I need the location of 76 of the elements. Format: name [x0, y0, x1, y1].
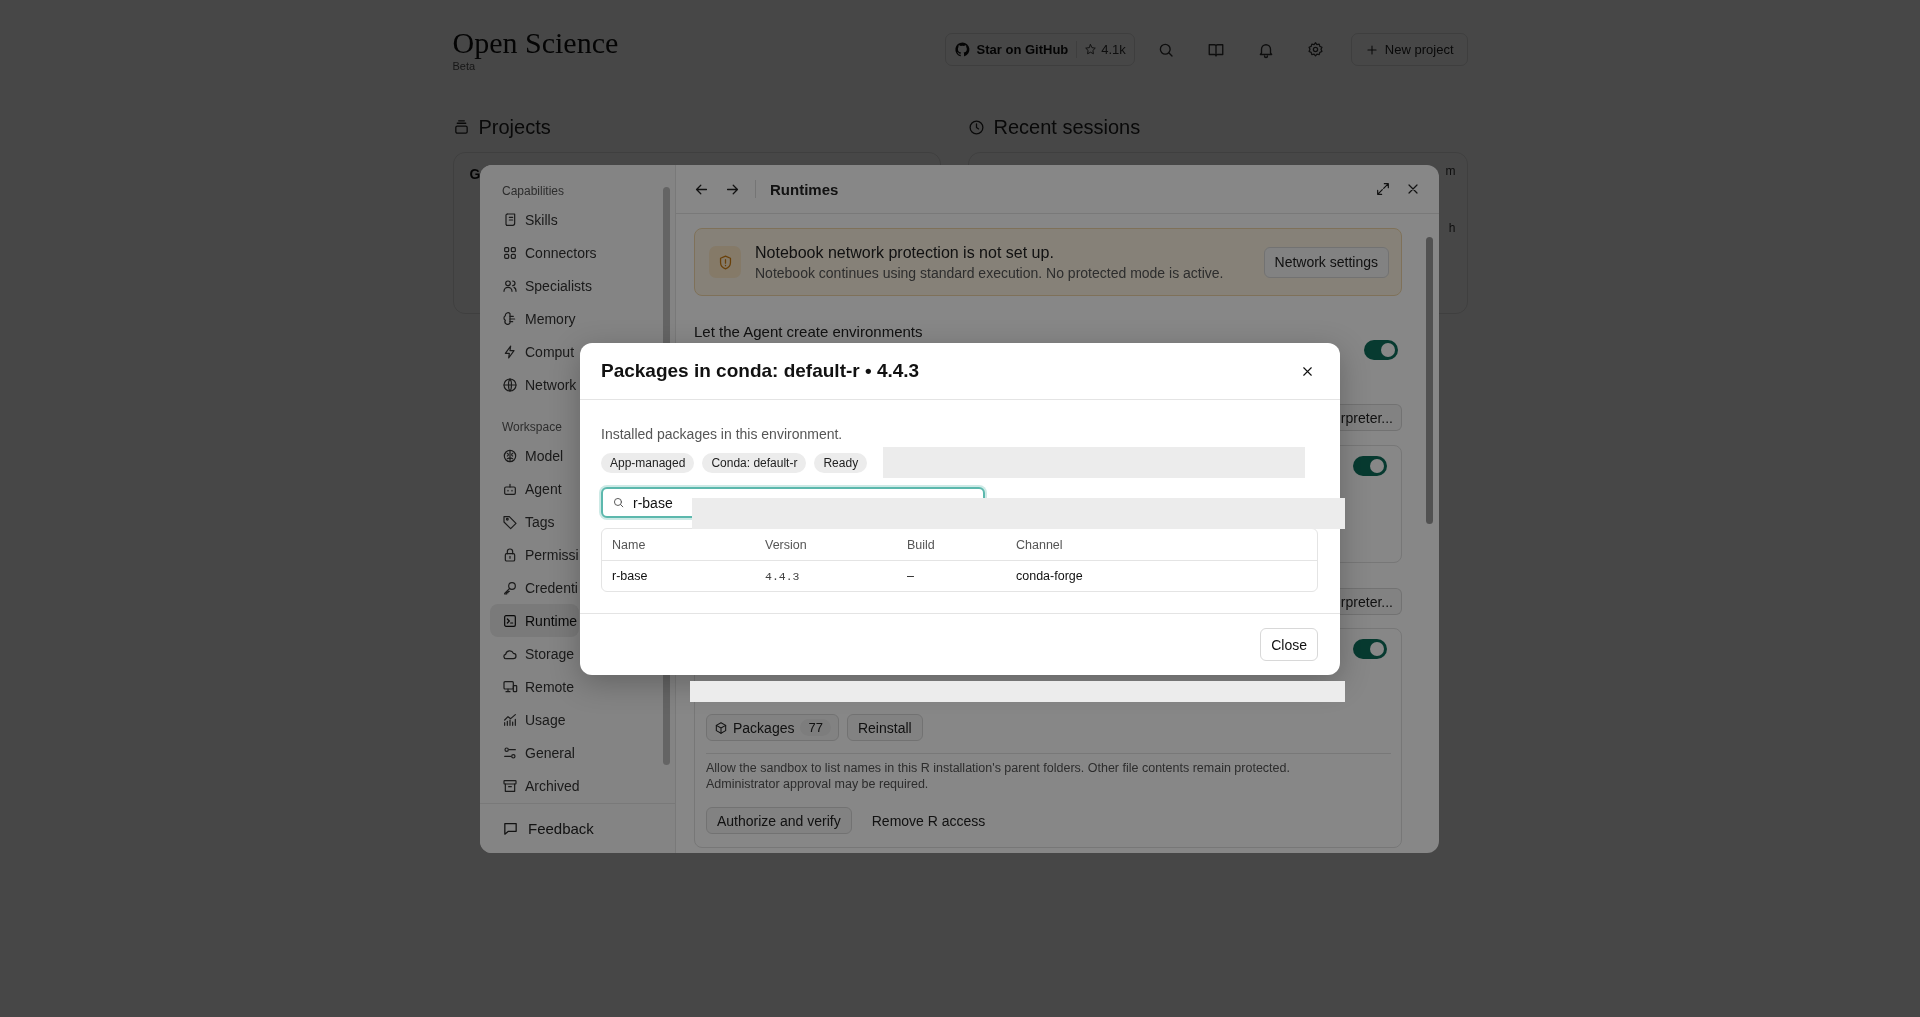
table-cell-text: r-base [611, 568, 649, 585]
grid-icon [502, 244, 518, 261]
count-badge: 77 [800, 719, 831, 736]
plus-icon [1364, 42, 1379, 57]
status-tag: Ready [814, 453, 868, 473]
reinstall-button[interactable]: Reinstall [846, 714, 923, 741]
sidebar-item[interactable]: Comput [490, 335, 575, 368]
sidebar-item[interactable]: Agent [490, 472, 562, 505]
dialog-title: Packages in conda: default-r • 4.4.3 [601, 360, 920, 382]
status-tag: App-managed [601, 453, 695, 473]
settings-icon [1307, 41, 1325, 58]
star-icon [1084, 43, 1098, 56]
stack-icon [452, 119, 470, 136]
chart-icon [502, 711, 518, 728]
expand-button[interactable] [1375, 181, 1391, 197]
sidebar-item[interactable]: Storage [490, 637, 575, 670]
sidebar-item[interactable]: Connectors [490, 236, 597, 269]
sliders-icon [502, 744, 518, 761]
authorize-button[interactable]: Authorize and verify [706, 807, 852, 834]
section-title: Recent sessions [993, 116, 1141, 139]
card-text: G [469, 166, 481, 182]
sidebar-item[interactable]: Permissi [490, 538, 579, 571]
sidebar-item[interactable]: Model [490, 439, 564, 472]
banner-title: Notebook network protection is not set up. [755, 243, 1055, 262]
archive-icon [502, 777, 518, 794]
toggle-switch[interactable] [1353, 639, 1387, 659]
interpreter-button[interactable]: rpreter... [1338, 404, 1402, 431]
sidebar-item[interactable]: Specialists [490, 269, 592, 302]
sidebar-item[interactable]: Runtime [490, 604, 580, 637]
banner-text: Notebook continues using standard execution. No protected mode is active. [755, 264, 1225, 281]
setting-label: Let the Agent create environments [694, 323, 923, 340]
group-heading: Workspace [501, 419, 563, 436]
people-icon [502, 277, 518, 294]
search-icon [612, 496, 625, 509]
table-cell-text: 4.4.3 [764, 568, 801, 585]
toggle-switch[interactable] [1353, 456, 1387, 476]
sidebar-item[interactable]: Tags [490, 505, 555, 538]
package-icon [714, 720, 728, 735]
sidebar-item[interactable]: Usage [490, 703, 566, 736]
scrollbar[interactable] [1426, 237, 1433, 524]
card-text: m [1445, 164, 1456, 178]
chat-bubble-icon [502, 820, 519, 837]
lock-icon [502, 546, 518, 563]
page-title: Runtimes [770, 180, 840, 198]
sidebar-item[interactable]: Skills [490, 203, 558, 236]
expand-icon [1375, 181, 1391, 197]
table-cell-text: conda-forge [1015, 568, 1084, 585]
network-settings-button[interactable]: Network settings [1263, 246, 1389, 278]
sidebar-item[interactable]: General [490, 736, 575, 769]
toggle-switch[interactable] [1364, 340, 1398, 360]
clock-icon [967, 119, 985, 136]
sidebar-item[interactable]: Network [490, 368, 577, 401]
description-text: Installed packages in this environment. [601, 426, 844, 442]
github-icon [953, 41, 971, 58]
monitor-icon [502, 678, 518, 695]
close-button[interactable]: Close [1260, 628, 1318, 661]
sidebar-item[interactable]: Archived [490, 769, 580, 802]
globe-icon [502, 376, 518, 393]
section-title: Projects [478, 116, 551, 139]
status-tag: Conda: default-r [702, 453, 807, 473]
terminal-icon [502, 612, 518, 629]
sidebar-item[interactable]: Remote [490, 670, 575, 703]
sidebar-item[interactable]: Credenti [490, 571, 578, 604]
app-title: Open Science [452, 26, 619, 60]
remove-access-button[interactable]: Remove R access [861, 812, 996, 829]
tag-icon [502, 513, 518, 530]
note-text: Allow the sandbox to list names in this R installation's parent folders. Other file contents remain protected. Administrator approval may be required. [706, 760, 1291, 792]
feedback-link[interactable]: Feedback [480, 803, 675, 853]
scroll-icon [502, 211, 518, 228]
interpreter-button[interactable]: rpreter... [1338, 588, 1402, 615]
group-heading: Capabilities [501, 183, 566, 200]
lightning-icon [502, 343, 518, 360]
key-icon [502, 579, 518, 596]
sidebar-item[interactable]: Memory [490, 302, 576, 335]
table-cell-text: – [906, 568, 915, 585]
packages-button[interactable]: Packages 77 [706, 714, 839, 741]
